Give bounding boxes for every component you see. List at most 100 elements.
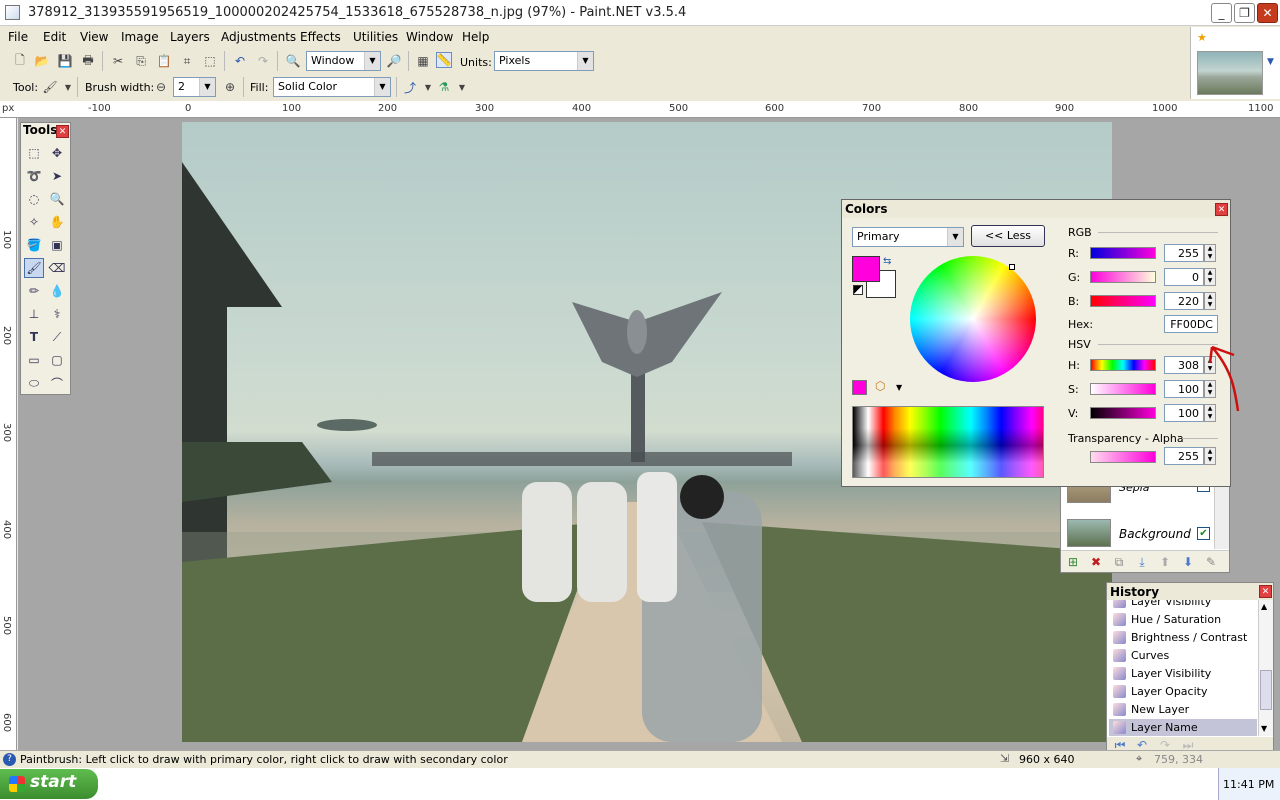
menu-edit[interactable]: Edit (43, 30, 66, 44)
open-icon[interactable]: 📂 (34, 53, 50, 69)
new-image-icon[interactable]: 🗋 (12, 53, 28, 69)
fill-combo[interactable]: Solid Color ▼ (273, 77, 391, 97)
value-slider[interactable] (1090, 407, 1156, 419)
chevron-down-icon[interactable]: ▼ (60, 79, 76, 95)
magic-wand-icon[interactable]: ✧ (24, 212, 44, 232)
text-tool-icon[interactable]: T (24, 327, 44, 347)
chevron-down-icon[interactable]: ▼ (199, 78, 215, 96)
history-scrollbar[interactable]: ▲ ▼ (1258, 600, 1273, 736)
menu-file[interactable]: File (8, 30, 28, 44)
copy-icon[interactable]: ⎘ (133, 53, 149, 69)
restore-button[interactable]: ❐ (1234, 3, 1255, 23)
chevron-down-icon[interactable]: ▼ (420, 79, 436, 95)
history-item-selected[interactable]: Layer Name (1109, 719, 1257, 736)
primary-color-swatch[interactable] (852, 256, 880, 282)
reset-colors-icon[interactable] (853, 285, 863, 295)
menu-image[interactable]: Image (121, 30, 159, 44)
ellipse-select-icon[interactable]: ◌ (24, 189, 44, 209)
image-thumbnail[interactable] (1197, 51, 1263, 95)
clone-stamp-icon[interactable]: ⊥ (24, 304, 44, 324)
close-button[interactable]: ✕ (1257, 3, 1278, 23)
rectangle-select-icon[interactable]: ⬚ (24, 143, 44, 163)
move-selection-icon[interactable]: ➤ (47, 166, 67, 186)
scroll-thumb[interactable] (1260, 670, 1272, 710)
history-item[interactable]: Hue / Saturation (1109, 611, 1257, 629)
delete-layer-icon[interactable]: ✖ (1088, 554, 1104, 570)
move-layer-down-icon[interactable]: ⬇ (1180, 554, 1196, 570)
scroll-up-icon[interactable]: ▲ (1261, 602, 1267, 611)
pan-hand-icon[interactable]: ✋ (47, 212, 67, 232)
chevron-down-icon[interactable]: ▼ (577, 52, 593, 70)
save-icon[interactable]: 💾 (57, 53, 73, 69)
decrease-icon[interactable]: ⊖ (153, 79, 169, 95)
swap-colors-icon[interactable]: ⇆ (883, 256, 891, 267)
menu-window[interactable]: Window (406, 30, 453, 44)
merge-layer-down-icon[interactable]: ⤓ (1134, 554, 1150, 570)
menu-view[interactable]: View (80, 30, 108, 44)
line-curve-icon[interactable]: ⟋ (47, 327, 67, 347)
paste-icon[interactable]: 📋 (156, 53, 172, 69)
zoom-out-icon[interactable]: 🔍 (285, 53, 301, 69)
ellipse-shape-icon[interactable]: ⬭ (24, 373, 44, 393)
paint-bucket-icon[interactable]: 🪣 (24, 235, 44, 255)
history-item[interactable]: Layer Visibility (1109, 665, 1257, 683)
blue-spinner[interactable]: ▲ ▼ (1204, 292, 1216, 310)
lasso-select-icon[interactable]: ➰ (24, 166, 44, 186)
rulers-icon[interactable]: 📏 (436, 52, 452, 68)
zoom-tool-icon[interactable]: 🔍 (47, 189, 67, 209)
layer-properties-icon[interactable]: ✎ (1203, 554, 1219, 570)
history-item[interactable]: Brightness / Contrast (1109, 629, 1257, 647)
brush-width-combo[interactable]: 2 ▼ (173, 77, 216, 97)
scroll-down-icon[interactable]: ▼ (1261, 724, 1267, 733)
chevron-down-icon[interactable]: ▼ (947, 228, 963, 246)
print-icon[interactable]: 🖶 (80, 53, 96, 69)
move-layer-up-icon[interactable]: ⬆ (1157, 554, 1173, 570)
color-wheel-marker[interactable] (1009, 264, 1015, 270)
red-slider[interactable] (1090, 247, 1156, 259)
color-wheel[interactable] (910, 256, 1036, 382)
menu-layers[interactable]: Layers (170, 30, 210, 44)
add-to-palette-icon[interactable] (852, 380, 867, 395)
freeform-shape-icon[interactable]: ⌒ (47, 373, 67, 393)
history-item[interactable]: Layer Visibility (1109, 600, 1257, 611)
paintbrush-icon[interactable]: 🖌 (42, 79, 58, 95)
history-item[interactable]: Layer Opacity (1109, 683, 1257, 701)
color-mode-combo[interactable]: Primary ▼ (852, 227, 964, 247)
menu-utilities[interactable]: Utilities (353, 30, 398, 44)
chevron-down-icon[interactable]: ▼ (1267, 57, 1274, 67)
blend-mode-icon[interactable]: ⚗ (436, 79, 452, 95)
increase-icon[interactable]: ⊕ (222, 79, 238, 95)
layer-name-background[interactable]: Background (1119, 527, 1191, 541)
history-close-icon[interactable]: ✕ (1259, 585, 1272, 598)
chevron-down-icon[interactable]: ▼ (364, 52, 380, 70)
move-selected-pixels-icon[interactable]: ✥ (47, 143, 67, 163)
value-input[interactable]: 100 (1164, 404, 1204, 422)
saturation-input[interactable]: 100 (1164, 380, 1204, 398)
colors-close-icon[interactable]: ✕ (1215, 203, 1228, 216)
history-item[interactable]: Curves (1109, 647, 1257, 665)
zoom-in-icon[interactable]: 🔎 (386, 53, 402, 69)
eraser-icon[interactable]: ⌫ (47, 258, 67, 278)
palette-menu-icon[interactable]: ⬡ (875, 379, 891, 395)
chevron-down-icon[interactable]: ▼ (896, 383, 902, 392)
deselect-icon[interactable]: ⬚ (202, 53, 218, 69)
blue-input[interactable]: 220 (1164, 292, 1204, 310)
rounded-rectangle-icon[interactable]: ▢ (47, 350, 67, 370)
redo-icon[interactable]: ↷ (255, 53, 271, 69)
history-item[interactable]: New Layer (1109, 701, 1257, 719)
gradient-icon[interactable]: ▣ (47, 235, 67, 255)
hue-slider[interactable] (1090, 359, 1156, 371)
layer-visibility-checkbox[interactable]: ✔ (1197, 527, 1210, 540)
recolor-icon[interactable]: ⚕ (47, 304, 67, 324)
rectangle-shape-icon[interactable]: ▭ (24, 350, 44, 370)
alpha-spinner[interactable]: ▲ ▼ (1204, 447, 1216, 465)
alpha-input[interactable]: 255 (1164, 447, 1204, 465)
cut-icon[interactable]: ✂ (110, 53, 126, 69)
antialiasing-icon[interactable]: ⤴ (402, 79, 418, 95)
chevron-down-icon[interactable]: ▼ (374, 78, 390, 96)
red-input[interactable]: 255 (1164, 244, 1204, 262)
start-button[interactable]: start (0, 769, 98, 799)
add-layer-icon[interactable]: ⊞ (1065, 554, 1081, 570)
zoom-combo[interactable]: Window ▼ (306, 51, 381, 71)
minimize-button[interactable]: _ (1211, 3, 1232, 23)
